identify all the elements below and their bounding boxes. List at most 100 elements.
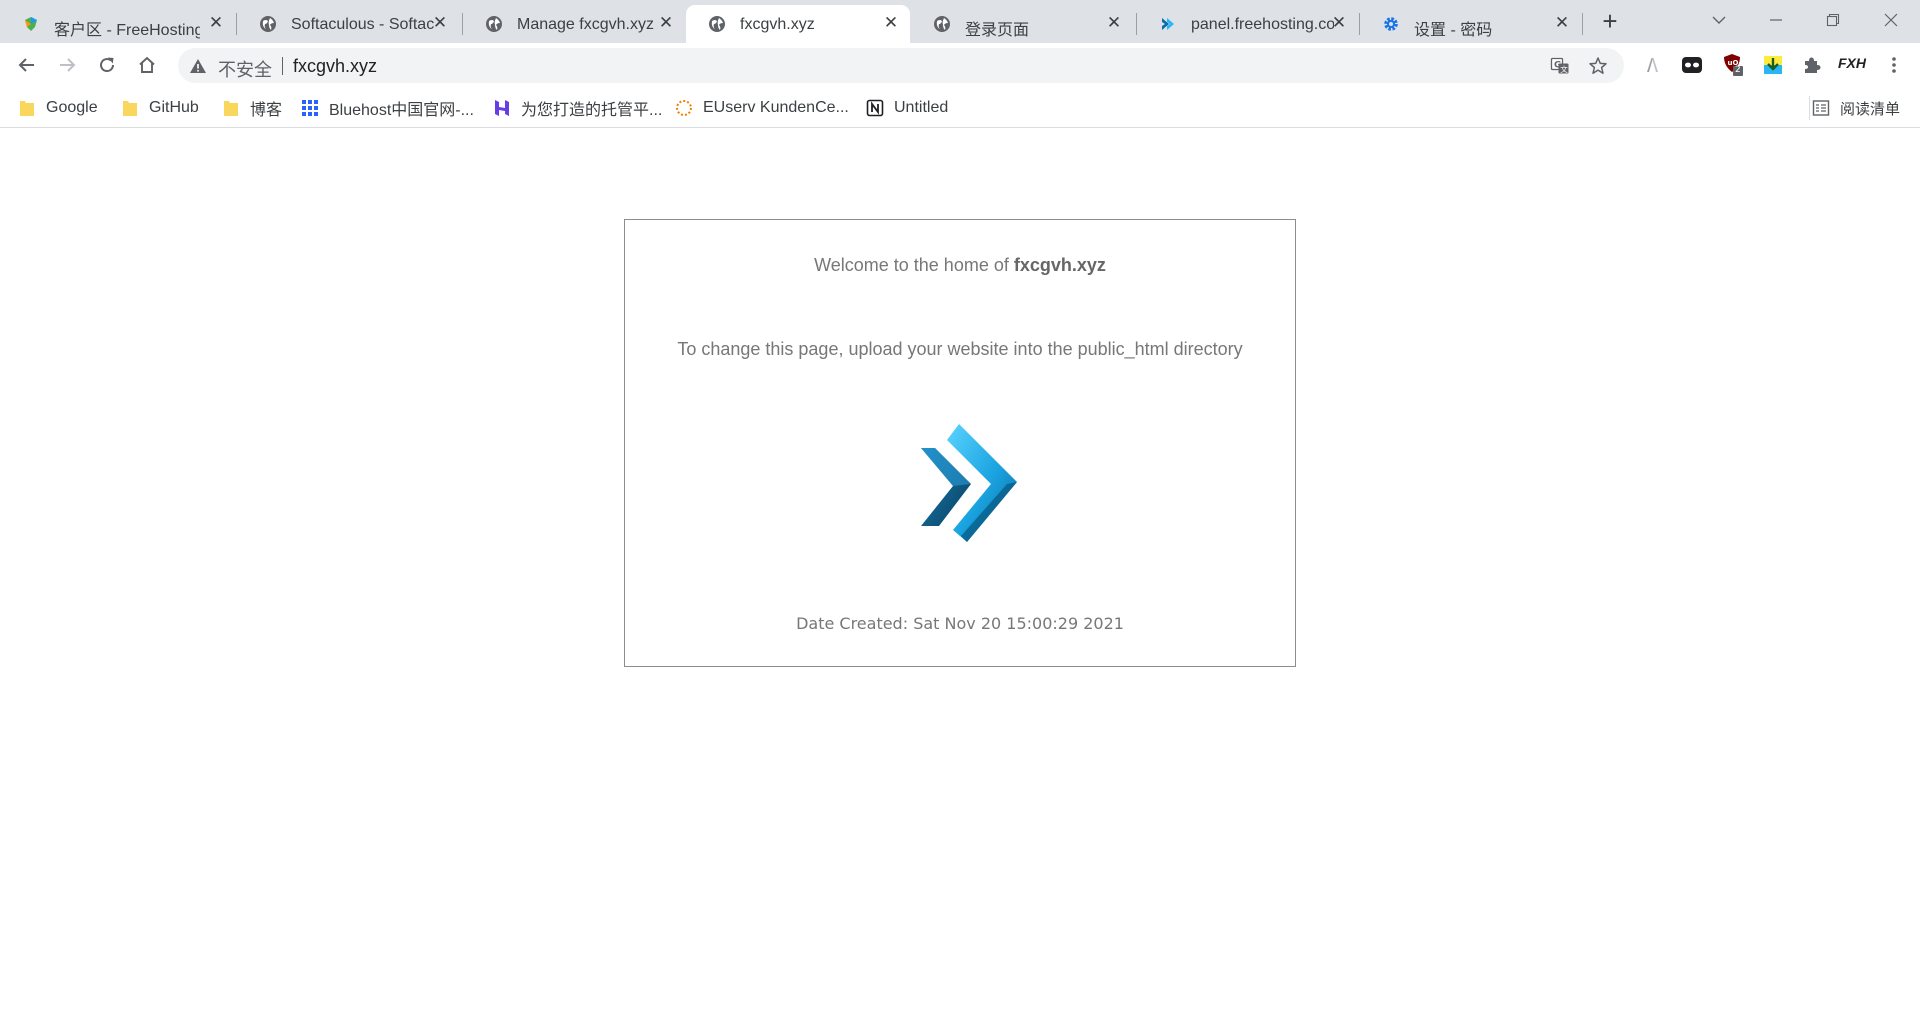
reading-list-label: 阅读清单 [1840, 100, 1901, 118]
tab-title: 登录页面 [965, 22, 1030, 39]
more-vert-icon [1892, 57, 1896, 73]
profile-button[interactable]: FXH [1838, 55, 1866, 71]
close-icon[interactable]: ✕ [205, 12, 227, 34]
bookmark-label: GitHub [149, 99, 199, 116]
tab-fxcgvh-active[interactable]: fxcgvh.xyz ✕ [686, 5, 910, 43]
close-icon[interactable]: ✕ [1103, 12, 1125, 34]
bookmark-star-button[interactable] [1587, 55, 1609, 77]
tab-manage-domain[interactable]: Manage fxcgvh.xyz ✕ [463, 5, 685, 43]
bookmark-bluehost[interactable]: Bluehost中国官网-... [301, 96, 474, 120]
bookmark-github[interactable]: GitHub [121, 96, 199, 120]
close-icon [1884, 13, 1898, 27]
minimize-button[interactable] [1753, 6, 1799, 34]
forward-button[interactable] [52, 50, 82, 80]
close-icon[interactable]: ✕ [429, 12, 451, 34]
reload-button[interactable] [92, 50, 122, 80]
bookmark-google[interactable]: Google [18, 96, 98, 120]
hostinger-logo-icon [493, 99, 511, 117]
bookmark-label: 博客 [250, 102, 283, 119]
notion-logo-icon [866, 99, 884, 117]
warning-icon[interactable] [188, 56, 208, 76]
close-icon[interactable]: ✕ [880, 12, 902, 34]
star-icon [1589, 57, 1607, 74]
url-text[interactable]: fxcgvh.xyz [293, 56, 377, 77]
grid-icon [301, 99, 319, 117]
reload-icon [100, 57, 115, 73]
bookmark-untitled[interactable]: Untitled [866, 96, 948, 120]
tab-softaculous[interactable]: Softaculous - Softac ✕ [237, 5, 462, 43]
security-status-label[interactable]: 不安全 [218, 56, 272, 82]
chevron-logo-icon [1159, 15, 1177, 33]
tab-strip: 客户区 - FreeHosting ✕ Softaculous - Softac… [0, 0, 1920, 43]
bookmark-label: Untitled [894, 99, 949, 116]
restore-icon [1826, 13, 1840, 27]
date-created-text: Date Created: Sat Nov 20 15:00:29 2021 [796, 614, 1124, 633]
translate-button[interactable]: G文 [1549, 55, 1571, 77]
tab-separator [1582, 13, 1583, 35]
welcome-prefix: Welcome to the home of [814, 255, 1014, 275]
extension-button[interactable] [1761, 53, 1785, 77]
bookmark-hostinger[interactable]: 为您打造的托管平... [493, 96, 662, 120]
welcome-text: Welcome to the home of fxcgvh.xyz [625, 255, 1295, 276]
triangle-logo-icon [1647, 58, 1658, 72]
tab-title: 设置 - 密码 [1414, 22, 1493, 39]
arrow-right-icon [60, 58, 76, 72]
extensions-menu-button[interactable] [1800, 53, 1824, 77]
browser-menu-button[interactable] [1879, 50, 1909, 80]
divider [282, 57, 283, 75]
freehosting-logo-icon [22, 15, 40, 33]
close-window-button[interactable] [1868, 6, 1914, 34]
reading-list-icon [1812, 99, 1830, 117]
chevron-down-icon [1712, 16, 1726, 24]
restore-button[interactable] [1810, 6, 1856, 34]
domain-name: fxcgvh.xyz [1013, 255, 1106, 275]
bookmark-euserv[interactable]: EUserv KundenCe... [675, 96, 849, 120]
minimize-icon [1770, 19, 1782, 21]
tab-login-page[interactable]: 登录页面 ✕ [911, 5, 1136, 43]
translate-icon: G文 [1550, 57, 1569, 74]
bookmark-label: 为您打造的托管平... [521, 102, 663, 119]
bookmark-label: EUserv KundenCe... [703, 99, 849, 116]
tab-freehosting-panel[interactable]: panel.freehosting.co ✕ [1137, 5, 1359, 43]
ublock-badge: 2 [1735, 65, 1741, 75]
bookmark-label: Bluehost中国官网-... [329, 102, 474, 119]
tab-title: Softaculous - Softac [291, 16, 435, 33]
mask-logo-icon [1682, 57, 1702, 73]
divider [1809, 96, 1810, 120]
bookmark-blog[interactable]: 博客 [222, 96, 282, 120]
new-tab-button[interactable]: + [1596, 8, 1624, 36]
gear-icon [1382, 15, 1400, 33]
upload-instructions: To change this page, upload your website… [677, 339, 1243, 359]
puzzle-icon [1805, 57, 1821, 73]
tab-settings-passwords[interactable]: 设置 - 密码 ✕ [1360, 5, 1582, 43]
globe-icon [933, 15, 951, 33]
tab-title: Manage fxcgvh.xyz [517, 16, 654, 33]
folder-icon [121, 99, 139, 117]
spinner-logo-icon [675, 99, 693, 117]
close-icon[interactable]: ✕ [1551, 12, 1573, 34]
globe-icon [485, 15, 503, 33]
extension-button[interactable] [1640, 53, 1664, 77]
close-icon[interactable]: ✕ [1328, 12, 1350, 34]
bookmark-label: Google [46, 99, 98, 116]
close-icon[interactable]: ✕ [655, 12, 677, 34]
folder-icon [222, 99, 240, 117]
home-button[interactable] [132, 50, 162, 80]
svg-text:文: 文 [1560, 64, 1568, 74]
globe-icon [259, 15, 277, 33]
tab-title: panel.freehosting.co [1191, 16, 1334, 33]
ublock-extension-button[interactable]: uO 2 [1721, 53, 1745, 77]
home-icon [139, 56, 155, 73]
tab-freehosting-client-area[interactable]: 客户区 - FreeHosting ✕ [0, 5, 228, 43]
tab-title: fxcgvh.xyz [740, 16, 815, 33]
download-logo-icon [1764, 56, 1782, 74]
tab-search-button[interactable] [1696, 6, 1742, 34]
back-button[interactable] [12, 50, 42, 80]
default-hosting-page: Welcome to the home of fxcgvh.xyz To cha… [624, 219, 1296, 667]
double-chevron-logo-icon [921, 424, 1017, 542]
tab-title: 客户区 - FreeHosting [54, 22, 200, 39]
address-bar[interactable]: 不安全 fxcgvh.xyz G文 [178, 48, 1624, 83]
reading-list-button[interactable]: 阅读清单 [1812, 96, 1900, 120]
extension-button[interactable] [1680, 53, 1704, 77]
browser-toolbar: 不安全 fxcgvh.xyz G文 uO 2 FXH [0, 43, 1920, 88]
